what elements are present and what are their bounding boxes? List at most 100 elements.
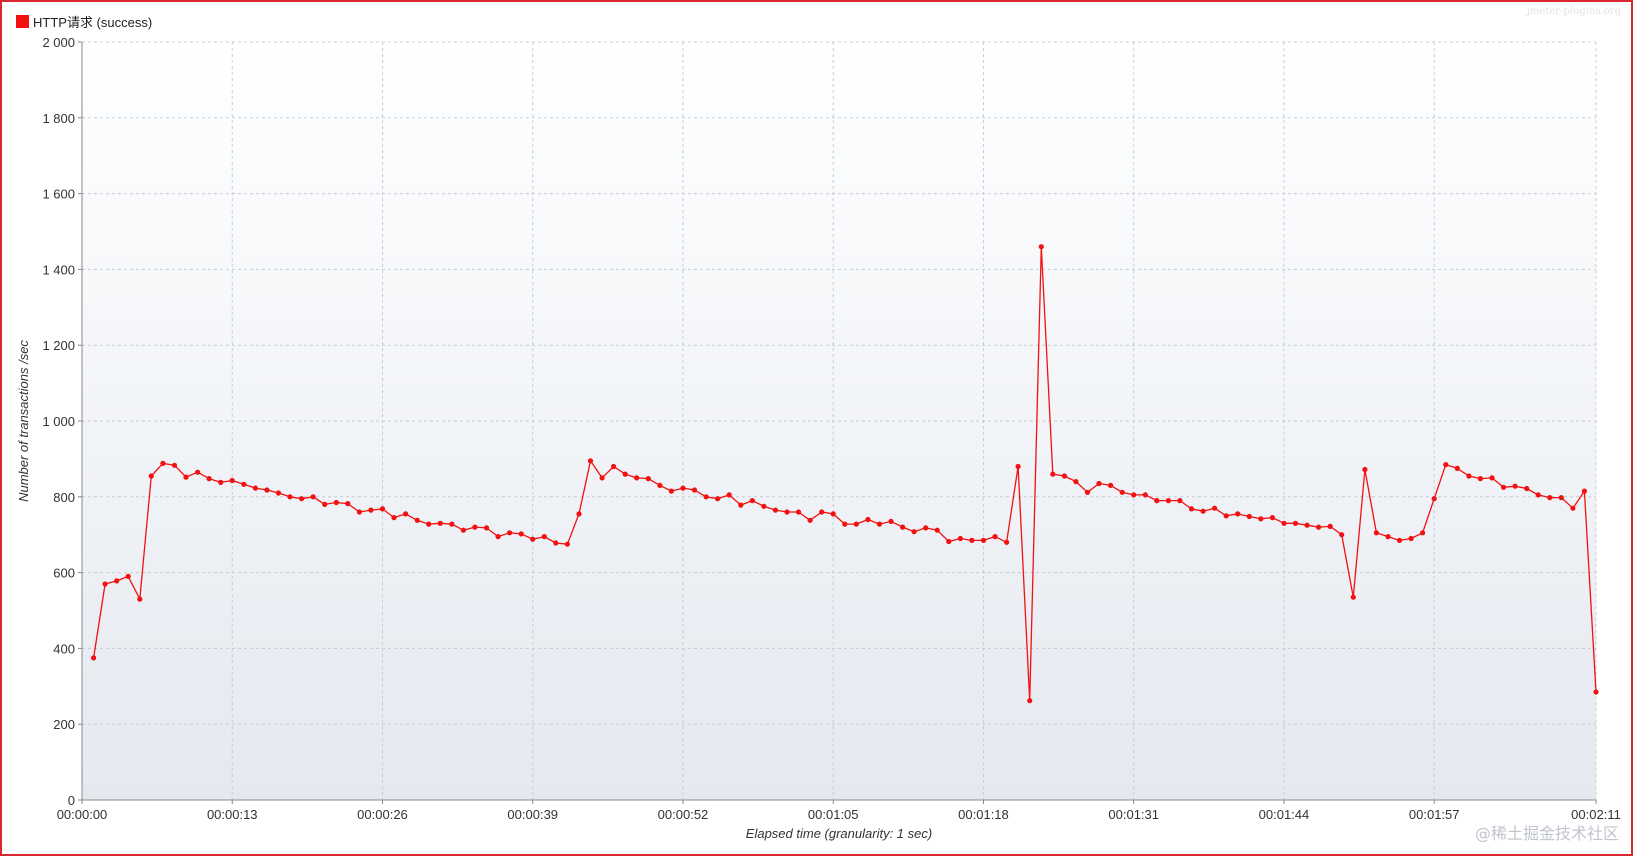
data-point [668,488,675,494]
legend: HTTP请求 (success) [16,12,152,31]
data-point [969,537,975,544]
data-point [1512,483,1518,489]
y-tick-label: 1 200 [42,338,75,353]
data-point [1477,476,1483,482]
data-point [495,534,501,540]
x-tick-label: 00:00:52 [658,807,709,822]
data-point [553,540,559,546]
data-point [437,520,443,526]
data-point [1281,520,1287,526]
data-point [784,509,790,515]
data-point [414,517,420,523]
chart-frame: 0 200 400 600 800 1 000 1 200 1 400 1 600 1 800 2 … [0,0,1633,856]
data-point [761,503,767,509]
data-point [1581,488,1587,494]
data-point [1235,511,1241,517]
data-point [1350,594,1356,600]
data-point [772,507,779,513]
data-point [218,479,224,485]
data-point [287,494,293,500]
data-point [680,485,686,491]
x-tick-label: 00:01:31 [1108,807,1159,822]
data-point [171,462,178,468]
data-point [1177,498,1183,504]
data-point [1339,532,1345,538]
data-point [460,527,466,533]
data-point [900,524,906,530]
data-point [1142,492,1148,498]
data-point [183,474,189,480]
data-point [830,511,836,517]
data-point [356,509,362,515]
data-point [530,536,536,542]
x-tick-label: 00:00:00 [57,807,108,822]
x-tick-label: 00:01:44 [1259,807,1310,822]
y-tick-label: 1 400 [42,262,75,277]
data-point [114,578,120,584]
data-point [1084,489,1091,495]
data-point [91,655,97,661]
data-point [483,525,490,531]
data-point [715,496,721,502]
data-point [946,538,952,545]
data-point [888,518,894,525]
data-point [206,476,212,482]
data-point [1385,534,1391,540]
data-point [1292,520,1299,526]
y-tick-label: 600 [53,566,75,581]
data-point [1050,471,1056,477]
data-point [518,531,524,537]
x-axis-label: Elapsed time (granularity: 1 sec) [746,826,932,841]
data-point [1316,524,1322,530]
data-point [1396,537,1403,544]
data-point [333,499,339,506]
y-tick-label: 1 000 [42,414,75,429]
data-point [1131,492,1137,498]
data-point [576,511,582,517]
data-point [1188,506,1195,512]
data-point [102,581,108,587]
data-point [634,475,640,481]
y-tick-label: 0 [68,793,75,808]
data-point [853,521,859,527]
data-point [1004,539,1010,545]
data-point [1547,495,1553,501]
data-point [403,511,409,517]
y-axis-label: Number of transactions /sec [16,340,31,502]
y-tick-label: 200 [53,717,75,732]
data-point [1119,489,1125,495]
data-point [125,573,131,580]
data-point [1200,508,1206,514]
data-point [148,473,154,479]
data-point [611,463,617,470]
data-point [842,521,848,527]
data-point [299,496,305,502]
data-point [379,506,386,512]
x-tick-label: 00:00:13 [207,807,258,822]
data-point [1466,473,1472,479]
data-point [1431,496,1437,502]
legend-label: HTTP请求 (success) [33,15,153,30]
data-point [264,487,270,493]
data-point [1269,515,1275,521]
data-point [1073,479,1079,485]
data-point [726,492,732,498]
y-tick-label: 400 [53,641,75,656]
data-point [426,521,432,527]
data-point [819,509,825,515]
data-point [1165,498,1171,504]
data-point [1558,495,1564,501]
data-point [564,541,571,547]
data-point [911,529,917,535]
data-point [345,501,351,507]
data-point [449,521,455,527]
data-point [160,460,166,466]
data-point [691,487,698,493]
data-point [599,475,605,481]
data-point [1535,492,1541,498]
y-tick-label: 800 [53,490,75,505]
data-point [275,490,282,496]
data-point [1108,482,1114,488]
data-point [1454,465,1460,471]
data-point [1500,484,1507,490]
